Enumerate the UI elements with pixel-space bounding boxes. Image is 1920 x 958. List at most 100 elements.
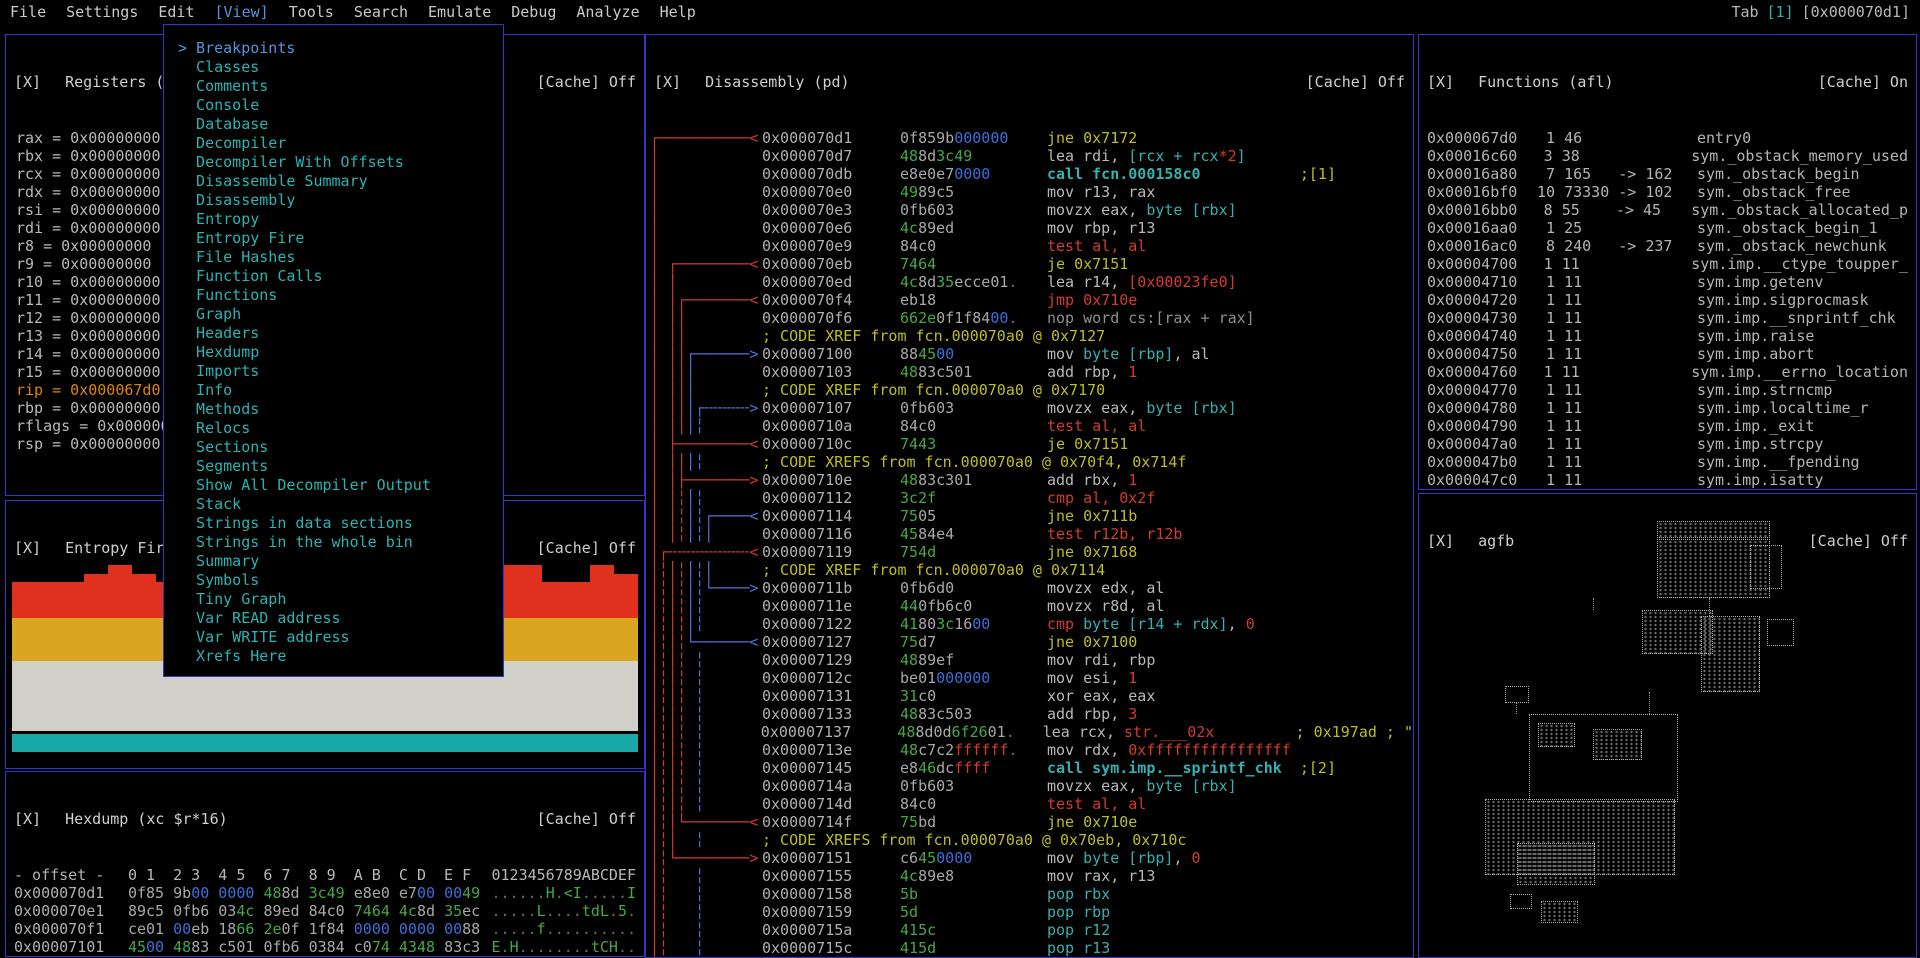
function-row[interactable]: 0x00016ac0 8 240 -> 237sym._obstack_newc… bbox=[1427, 237, 1908, 255]
menu-search[interactable]: Search bbox=[354, 3, 408, 21]
hexdump-cache-badge[interactable]: [Cache] Off bbox=[537, 810, 636, 828]
menu-item-disassemble-summary[interactable]: Disassemble Summary bbox=[164, 172, 503, 191]
registers-cache-badge[interactable]: [Cache] Off bbox=[537, 73, 636, 91]
disasm-line[interactable]: │ ┌────────<0x000070eb7464je 0x7151 bbox=[650, 255, 1413, 273]
disasm-line[interactable]: │╎│╎ ╎0x0000714a0fb603movzx eax, byte [r… bbox=[650, 777, 1413, 795]
menu-item-methods[interactable]: Methods bbox=[164, 400, 503, 419]
function-row[interactable]: 0x00004720 1 11sym.imp.sigprocmask bbox=[1427, 291, 1908, 309]
function-row[interactable]: 0x00004700 1 11sym.imp.__ctype_toupper_ bbox=[1427, 255, 1908, 273]
disasm-line[interactable]: │┌╌╌╌╌╌╌╌╌╌<0x00007119754djne 0x7168 bbox=[650, 543, 1413, 561]
disasm-line[interactable]: │ │╎│╎│0x000071164584e4test r12b, r12b bbox=[650, 525, 1413, 543]
disasm-line[interactable]: │╎└────────>0x00007151c6450000mov byte [… bbox=[650, 849, 1413, 867]
menu-item-sections[interactable]: Sections bbox=[164, 438, 503, 457]
function-row[interactable]: 0x00004730 1 11sym.imp.__snprintf_chk bbox=[1427, 309, 1908, 327]
menu-item-strings-in-the-whole-bin[interactable]: Strings in the whole bin bbox=[164, 533, 503, 552]
menu-item-database[interactable]: Database bbox=[164, 115, 503, 134]
menu-item-classes[interactable]: Classes bbox=[164, 58, 503, 77]
disasm-line[interactable]: │╎│╎│╎0x0000711e440fb6c0movzx r8d, al bbox=[650, 597, 1413, 615]
disasm-line[interactable]: │╎│╎└──────<0x0000712775d7jne 0x7100 bbox=[650, 633, 1413, 651]
menu-item-entropy[interactable]: Entropy bbox=[164, 210, 503, 229]
disasm-line[interactable]: │╎ ╎0x000071595dpop rbp bbox=[650, 903, 1413, 921]
disasm-line[interactable]: │0x000070e30fb603movzx eax, byte [rbx] bbox=[650, 201, 1413, 219]
disasm-line[interactable]: │ │││┌╌╌╌╌╌>0x000071070fb603movzx eax, b… bbox=[650, 399, 1413, 417]
disasm-line[interactable]: │╎│╎ ╎0x000071294889efmov rdi, rbp bbox=[650, 651, 1413, 669]
disasm-line[interactable]: │ │0x000070ed4c8d35ecce01.lea r14, [0x00… bbox=[650, 273, 1413, 291]
disasm-line[interactable]: │╎│╎ ╎0x0000713e48c7c2ffffff.mov rdx, 0x… bbox=[650, 741, 1413, 759]
menu-item-show-all-decompiler-output[interactable]: Show All Decompiler Output bbox=[164, 476, 503, 495]
function-row[interactable]: 0x00016bf010 73330 -> 102sym._obstack_fr… bbox=[1427, 183, 1908, 201]
disassembly-cache-badge[interactable]: [Cache] Off bbox=[1306, 73, 1405, 91]
function-row[interactable]: 0x00004760 1 11sym.imp.__errno_location bbox=[1427, 363, 1908, 381]
menu-analyze[interactable]: Analyze bbox=[576, 3, 639, 21]
menu-item-disassembly[interactable]: Disassembly bbox=[164, 191, 503, 210]
disasm-line[interactable]: │0x000070d7488d3c49lea rdi, [rcx + rcx*2… bbox=[650, 147, 1413, 165]
hexdump-row[interactable]: 0x000070d10f85 9b00 0000 488d 3c49 e8e0 … bbox=[14, 884, 636, 902]
menu-item-strings-in-data-sections[interactable]: Strings in data sections bbox=[164, 514, 503, 533]
disasm-line[interactable]: │ │││╎0x0000710a84c0test al, al bbox=[650, 417, 1413, 435]
disasm-comment-line[interactable]: │ ││; CODE XREF from fcn.000070a0 @ 0x71… bbox=[650, 327, 1413, 345]
function-row[interactable]: 0x000047a0 1 11sym.imp.strcpy bbox=[1427, 435, 1908, 453]
function-row[interactable]: 0x00004780 1 11sym.imp.localtime_r bbox=[1427, 399, 1908, 417]
entropy-cache-badge[interactable]: [Cache] Off bbox=[537, 539, 636, 557]
menu-file[interactable]: File bbox=[10, 3, 46, 21]
menu-item-xrefs-here[interactable]: Xrefs Here bbox=[164, 647, 503, 666]
function-row[interactable]: 0x000047c0 1 11sym.imp.isatty bbox=[1427, 471, 1908, 489]
disasm-line[interactable]: │ ├────────<0x0000710c7443je 0x7151 bbox=[650, 435, 1413, 453]
disasm-line[interactable]: │╎│╎ ╎0x0000714d84c0test al, al bbox=[650, 795, 1413, 813]
hexdump-close-button[interactable]: [X] bbox=[14, 810, 41, 828]
function-row[interactable]: 0x00004750 1 11sym.imp.abort bbox=[1427, 345, 1908, 363]
disasm-line[interactable]: │ ││┌──────>0x00007100884500mov byte [rb… bbox=[650, 345, 1413, 363]
disasm-line[interactable]: │╎│╎ ╎0x0000712cbe01000000mov esi, 1 bbox=[650, 669, 1413, 687]
disasm-comment-line[interactable]: │ │││╎; CODE XREFS from fcn.000070a0 @ 0… bbox=[650, 453, 1413, 471]
menu-item-var-read-address[interactable]: Var READ address bbox=[164, 609, 503, 628]
hexdump-row[interactable]: 0x000071014500 4883 c501 0fb6 0384 c074 … bbox=[14, 938, 636, 956]
tab-number[interactable]: [1] bbox=[1767, 3, 1794, 21]
menu-item-decompiler[interactable]: Decompiler bbox=[164, 134, 503, 153]
disasm-line[interactable]: │╎│╎ ╎0x00007137488d0d6f2601.lea rcx, st… bbox=[650, 723, 1413, 741]
menu-item-symbols[interactable]: Symbols bbox=[164, 571, 503, 590]
entropy-close-button[interactable]: [X] bbox=[14, 539, 41, 557]
menu-item-imports[interactable]: Imports bbox=[164, 362, 503, 381]
function-row[interactable]: 0x000067d0 1 46entry0 bbox=[1427, 129, 1908, 147]
menu-help[interactable]: Help bbox=[660, 3, 696, 21]
disasm-line[interactable]: │ │╎│╎0x000071123c2fcmp al, 0x2f bbox=[650, 489, 1413, 507]
disasm-line[interactable]: │╎│╎ ╎0x000071334883c503add rbp, 3 bbox=[650, 705, 1413, 723]
menu-item-graph[interactable]: Graph bbox=[164, 305, 503, 324]
menu-view[interactable]: [View] bbox=[215, 3, 269, 21]
disasm-line[interactable]: │ │┌───────<0x000070f4eb18jmp 0x710e bbox=[650, 291, 1413, 309]
disassembly-close-button[interactable]: [X] bbox=[654, 73, 681, 91]
disasm-comment-line[interactable]: │╎│╎│╎│; CODE XREF from fcn.000070a0 @ 0… bbox=[650, 561, 1413, 579]
hexdump-row[interactable]: 0x000070e189c5 0fb6 034c 89ed 84c0 7464 … bbox=[14, 902, 636, 920]
disasm-line[interactable]: ┌──────────<0x000070d10f859b000000jne 0x… bbox=[650, 129, 1413, 147]
menu-item-segments[interactable]: Segments bbox=[164, 457, 503, 476]
function-row[interactable]: 0x00016aa0 1 25sym._obstack_begin_1 bbox=[1427, 219, 1908, 237]
menu-item-var-write-address[interactable]: Var WRITE address bbox=[164, 628, 503, 647]
menu-item-relocs[interactable]: Relocs bbox=[164, 419, 503, 438]
disasm-line[interactable]: │╎│╎ ╎0x00007145e846dcffffcall sym.imp._… bbox=[650, 759, 1413, 777]
menu-emulate[interactable]: Emulate bbox=[428, 3, 491, 21]
hexdump-row[interactable]: 0x000070f1ce01 00eb 1866 2e0f 1f84 0000 … bbox=[14, 920, 636, 938]
menu-item-file-hashes[interactable]: File Hashes bbox=[164, 248, 503, 267]
function-row[interactable]: 0x00004740 1 11sym.imp.raise bbox=[1427, 327, 1908, 345]
functions-cache-badge[interactable]: [Cache] On bbox=[1818, 73, 1908, 91]
function-row[interactable]: 0x00004790 1 11sym.imp._exit bbox=[1427, 417, 1908, 435]
disasm-comment-line[interactable]: │ │││; CODE XREF from fcn.000070a0 @ 0x7… bbox=[650, 381, 1413, 399]
function-row[interactable]: 0x00004710 1 11sym.imp.getenv bbox=[1427, 273, 1908, 291]
menu-edit[interactable]: Edit bbox=[158, 3, 194, 21]
disasm-line[interactable]: │0x000070e64c89edmov rbp, r13 bbox=[650, 219, 1413, 237]
disasm-comment-line[interactable]: │╎│ ╎; CODE XREFS from fcn.000070a0 @ 0x… bbox=[650, 831, 1413, 849]
function-row[interactable]: 0x000047b0 1 11sym.imp.__fpending bbox=[1427, 453, 1908, 471]
hexdump-row[interactable]: 0x00007111013c 2f75 0545 84e4 754d 0fb6 … bbox=[14, 956, 636, 957]
disasm-line[interactable]: │╎│└───────<0x0000714f75bdjne 0x710e bbox=[650, 813, 1413, 831]
menu-debug[interactable]: Debug bbox=[511, 3, 556, 21]
menu-item-entropy-fire[interactable]: Entropy Fire bbox=[164, 229, 503, 248]
disasm-line[interactable]: │╎ ╎0x000071585bpop rbx bbox=[650, 885, 1413, 903]
function-row[interactable]: 0x00016c60 3 38sym._obstack_memory_used bbox=[1427, 147, 1908, 165]
disasm-line[interactable]: │ ││0x000070f6662e0f1f8400.nop word cs:[… bbox=[650, 309, 1413, 327]
disasm-line[interactable]: │ │││0x000071034883c501add rbp, 1 bbox=[650, 363, 1413, 381]
menu-item-function-calls[interactable]: Function Calls bbox=[164, 267, 503, 286]
disasm-line[interactable]: │╎│╎ ╎0x0000713131c0xor eax, eax bbox=[650, 687, 1413, 705]
menu-item-functions[interactable]: Functions bbox=[164, 286, 503, 305]
menu-item-tiny-graph[interactable]: Tiny Graph bbox=[164, 590, 503, 609]
menu-item-decompiler-with-offsets[interactable]: Decompiler With Offsets bbox=[164, 153, 503, 172]
